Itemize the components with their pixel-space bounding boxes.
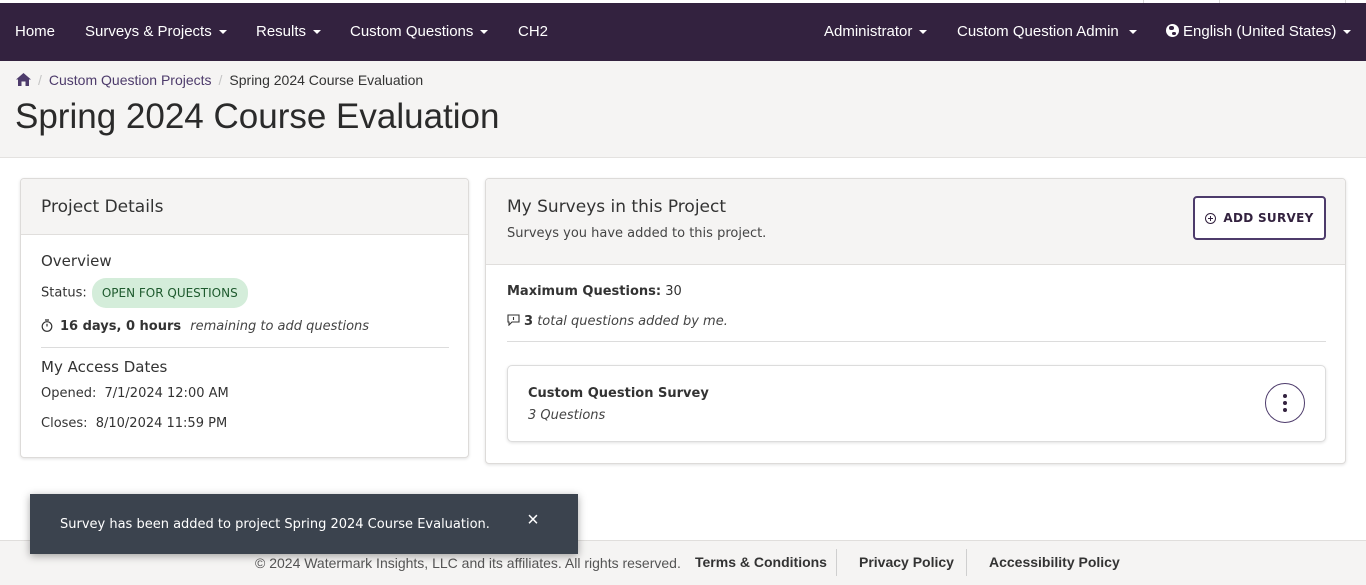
survey-question-count: 3 Questions [528, 408, 606, 423]
copyright-text: © 2024 Watermark Insights, LLC and its a… [255, 555, 681, 571]
page-title: Spring 2024 Course Evaluation [15, 97, 500, 136]
max-questions-label: Maximum Questions: [507, 284, 662, 299]
stopwatch-icon [41, 319, 53, 336]
divider [507, 341, 1326, 342]
globe-icon [1166, 24, 1179, 37]
divider [41, 347, 449, 348]
remaining-time-value: 16 days, 0 hours [60, 319, 182, 334]
nav-ch2[interactable]: CH2 [518, 3, 548, 61]
my-surveys-header: My Surveys in this Project Surveys you h… [486, 179, 1345, 265]
nav-administrator-dropdown[interactable]: Administrator [824, 3, 928, 61]
nav-results-dropdown[interactable]: Results [256, 3, 322, 61]
nav-results-label: Results [256, 23, 307, 40]
nav-custom-question-admin-label: Custom Question Admin [957, 23, 1119, 40]
max-questions-row: Maximum Questions: 30 [507, 284, 682, 299]
close-icon[interactable]: × [524, 510, 542, 530]
closes-value: 8/10/2024 11:59 PM [95, 416, 228, 431]
project-details-title: Project Details [41, 197, 164, 217]
nav-surveys-projects-label: Surveys & Projects [85, 23, 212, 40]
status-badge: OPEN FOR QUESTIONS [91, 278, 248, 308]
max-questions-value: 30 [665, 284, 682, 299]
access-dates-heading: My Access Dates [41, 358, 168, 376]
nav-custom-questions-dropdown[interactable]: Custom Questions [350, 3, 489, 61]
nav-ch2-label: CH2 [518, 23, 549, 40]
total-questions-count: 3 [524, 314, 534, 329]
project-details-header: Project Details [21, 179, 468, 235]
closes-row: Closes: 8/10/2024 11:59 PM [41, 416, 227, 431]
opened-row: Opened: 7/1/2024 12:00 AM [41, 386, 229, 401]
home-icon[interactable] [16, 73, 31, 89]
survey-name: Custom Question Survey [528, 386, 709, 401]
total-questions-row: 3 total questions added by me. [507, 314, 728, 330]
breadcrumb-link-projects[interactable]: Custom Question Projects [49, 72, 212, 88]
nav-language-dropdown[interactable]: English (United States) [1166, 3, 1352, 61]
toast-message: Survey has been added to project Spring … [60, 517, 490, 532]
caret-down-icon [919, 30, 928, 35]
opened-value: 7/1/2024 12:00 AM [104, 386, 229, 401]
project-details-panel: Project Details Overview Status: OPEN FOR… [20, 178, 469, 458]
more-options-icon[interactable] [1265, 383, 1305, 423]
overview-heading: Overview [41, 252, 112, 270]
status-row: Status: OPEN FOR QUESTIONS [41, 278, 248, 308]
my-surveys-panel: My Surveys in this Project Surveys you h… [485, 178, 1346, 464]
footer-divider [966, 549, 967, 576]
total-questions-note: total questions added by me. [537, 314, 728, 329]
nav-surveys-projects-dropdown[interactable]: Surveys & Projects [85, 3, 227, 61]
breadcrumb-separator: / [38, 72, 42, 88]
caret-down-icon [1128, 30, 1137, 35]
my-surveys-title: My Surveys in this Project [507, 197, 727, 217]
add-survey-label: ADD SURVEY [1223, 211, 1314, 225]
remaining-time-row: 16 days, 0 hours remaining to add questi… [41, 319, 369, 336]
nav-language-label: English (United States) [1183, 23, 1337, 40]
terms-link[interactable]: Terms & Conditions [695, 554, 827, 570]
caret-down-icon [313, 30, 322, 35]
caret-down-icon [218, 30, 227, 35]
nav-home-label: Home [15, 23, 56, 40]
remaining-time-note: remaining to add questions [190, 319, 370, 334]
nav-administrator-label: Administrator [824, 23, 913, 40]
status-label: Status: [41, 285, 87, 301]
caret-down-icon [480, 30, 489, 35]
caret-down-icon [1343, 30, 1352, 35]
opened-label: Opened: [41, 386, 97, 401]
nav-custom-question-admin-dropdown[interactable]: Custom Question Admin [957, 3, 1137, 61]
add-survey-button[interactable]: ADD SURVEY [1193, 196, 1326, 240]
footer-divider [836, 549, 837, 576]
nav-home[interactable]: Home [15, 3, 55, 61]
breadcrumb-current: Spring 2024 Course Evaluation [229, 72, 424, 88]
breadcrumb-separator: / [218, 72, 223, 88]
breadcrumb: / Custom Question Projects / Spring 2024 Co… [16, 72, 423, 89]
my-surveys-subtitle: Surveys you have added to this project. [507, 226, 767, 241]
accessibility-link[interactable]: Accessibility Policy [989, 554, 1120, 570]
closes-label: Closes: [41, 416, 88, 431]
privacy-link[interactable]: Privacy Policy [859, 554, 954, 570]
toast-notification: Survey has been added to project Spring … [30, 494, 578, 554]
top-navbar: Home Surveys & Projects Results Custom Q… [0, 3, 1366, 61]
survey-card[interactable]: Custom Question Survey 3 Questions [507, 365, 1326, 442]
page-header: / Custom Question Projects / Spring 2024 Co… [0, 61, 1366, 158]
comment-icon [507, 314, 520, 330]
plus-circle-icon [1205, 212, 1217, 224]
nav-custom-questions-label: Custom Questions [350, 23, 474, 40]
